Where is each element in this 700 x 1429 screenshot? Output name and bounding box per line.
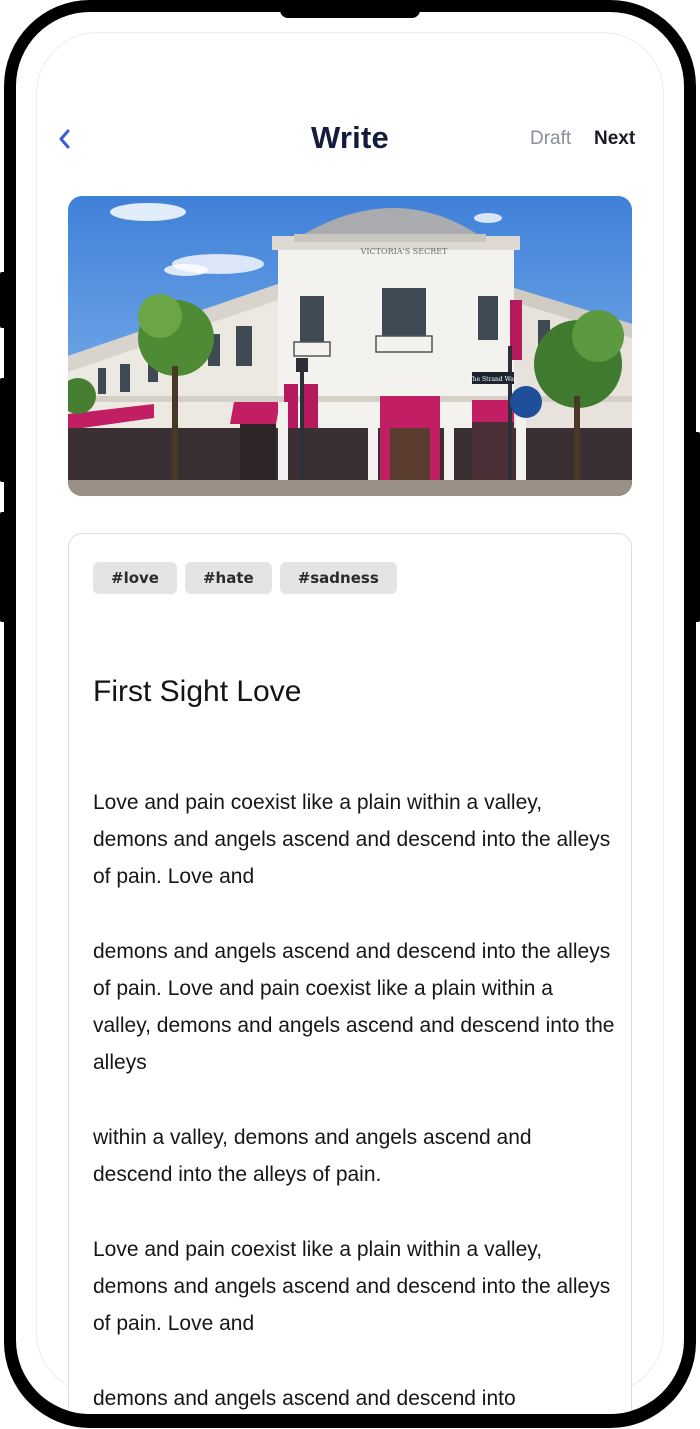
draft-button[interactable]: Draft xyxy=(530,126,571,152)
cover-photo[interactable]: VICTORIA'S SECRET The Strand Way xyxy=(68,196,632,496)
street-sign: The Strand Way xyxy=(469,376,518,383)
page-title: Write xyxy=(311,120,389,155)
store-sign: VICTORIA'S SECRET xyxy=(360,247,448,256)
device-side-button xyxy=(0,512,10,622)
top-bar: Write Draft Next xyxy=(16,118,684,168)
body-paragraph: Love and pain coexist like a plain withi… xyxy=(93,1238,611,1335)
tag-chip[interactable]: #sadness xyxy=(279,562,397,594)
body-paragraph: within a valley, demons and angels ascen… xyxy=(93,1126,532,1186)
device-side-button xyxy=(0,378,10,482)
post-body-field[interactable]: Love and pain coexist like a plain withi… xyxy=(93,784,615,1414)
body-paragraph: demons and angels ascend and descend int… xyxy=(93,940,615,1074)
next-button[interactable]: Next xyxy=(594,126,635,152)
tag-chip[interactable]: #love xyxy=(93,562,177,594)
post-title-field[interactable]: First Sight Love xyxy=(93,672,301,712)
storefront-image: VICTORIA'S SECRET The Strand Way xyxy=(68,196,632,496)
body-paragraph: Love and pain coexist like a plain withi… xyxy=(93,791,611,888)
tag-chip[interactable]: #hate xyxy=(184,562,272,594)
tag-list: #love #hate #sadness xyxy=(93,562,397,594)
post-editor[interactable]: #love #hate #sadness First Sight Love Lo… xyxy=(68,533,632,1414)
notch xyxy=(280,12,420,18)
app-screen: Write Draft Next VICTORIA'S SECRET The S… xyxy=(16,12,684,1414)
device-side-button xyxy=(690,432,700,622)
device-side-button xyxy=(0,272,10,328)
body-paragraph: demons and angels ascend and descend int… xyxy=(93,1387,516,1410)
